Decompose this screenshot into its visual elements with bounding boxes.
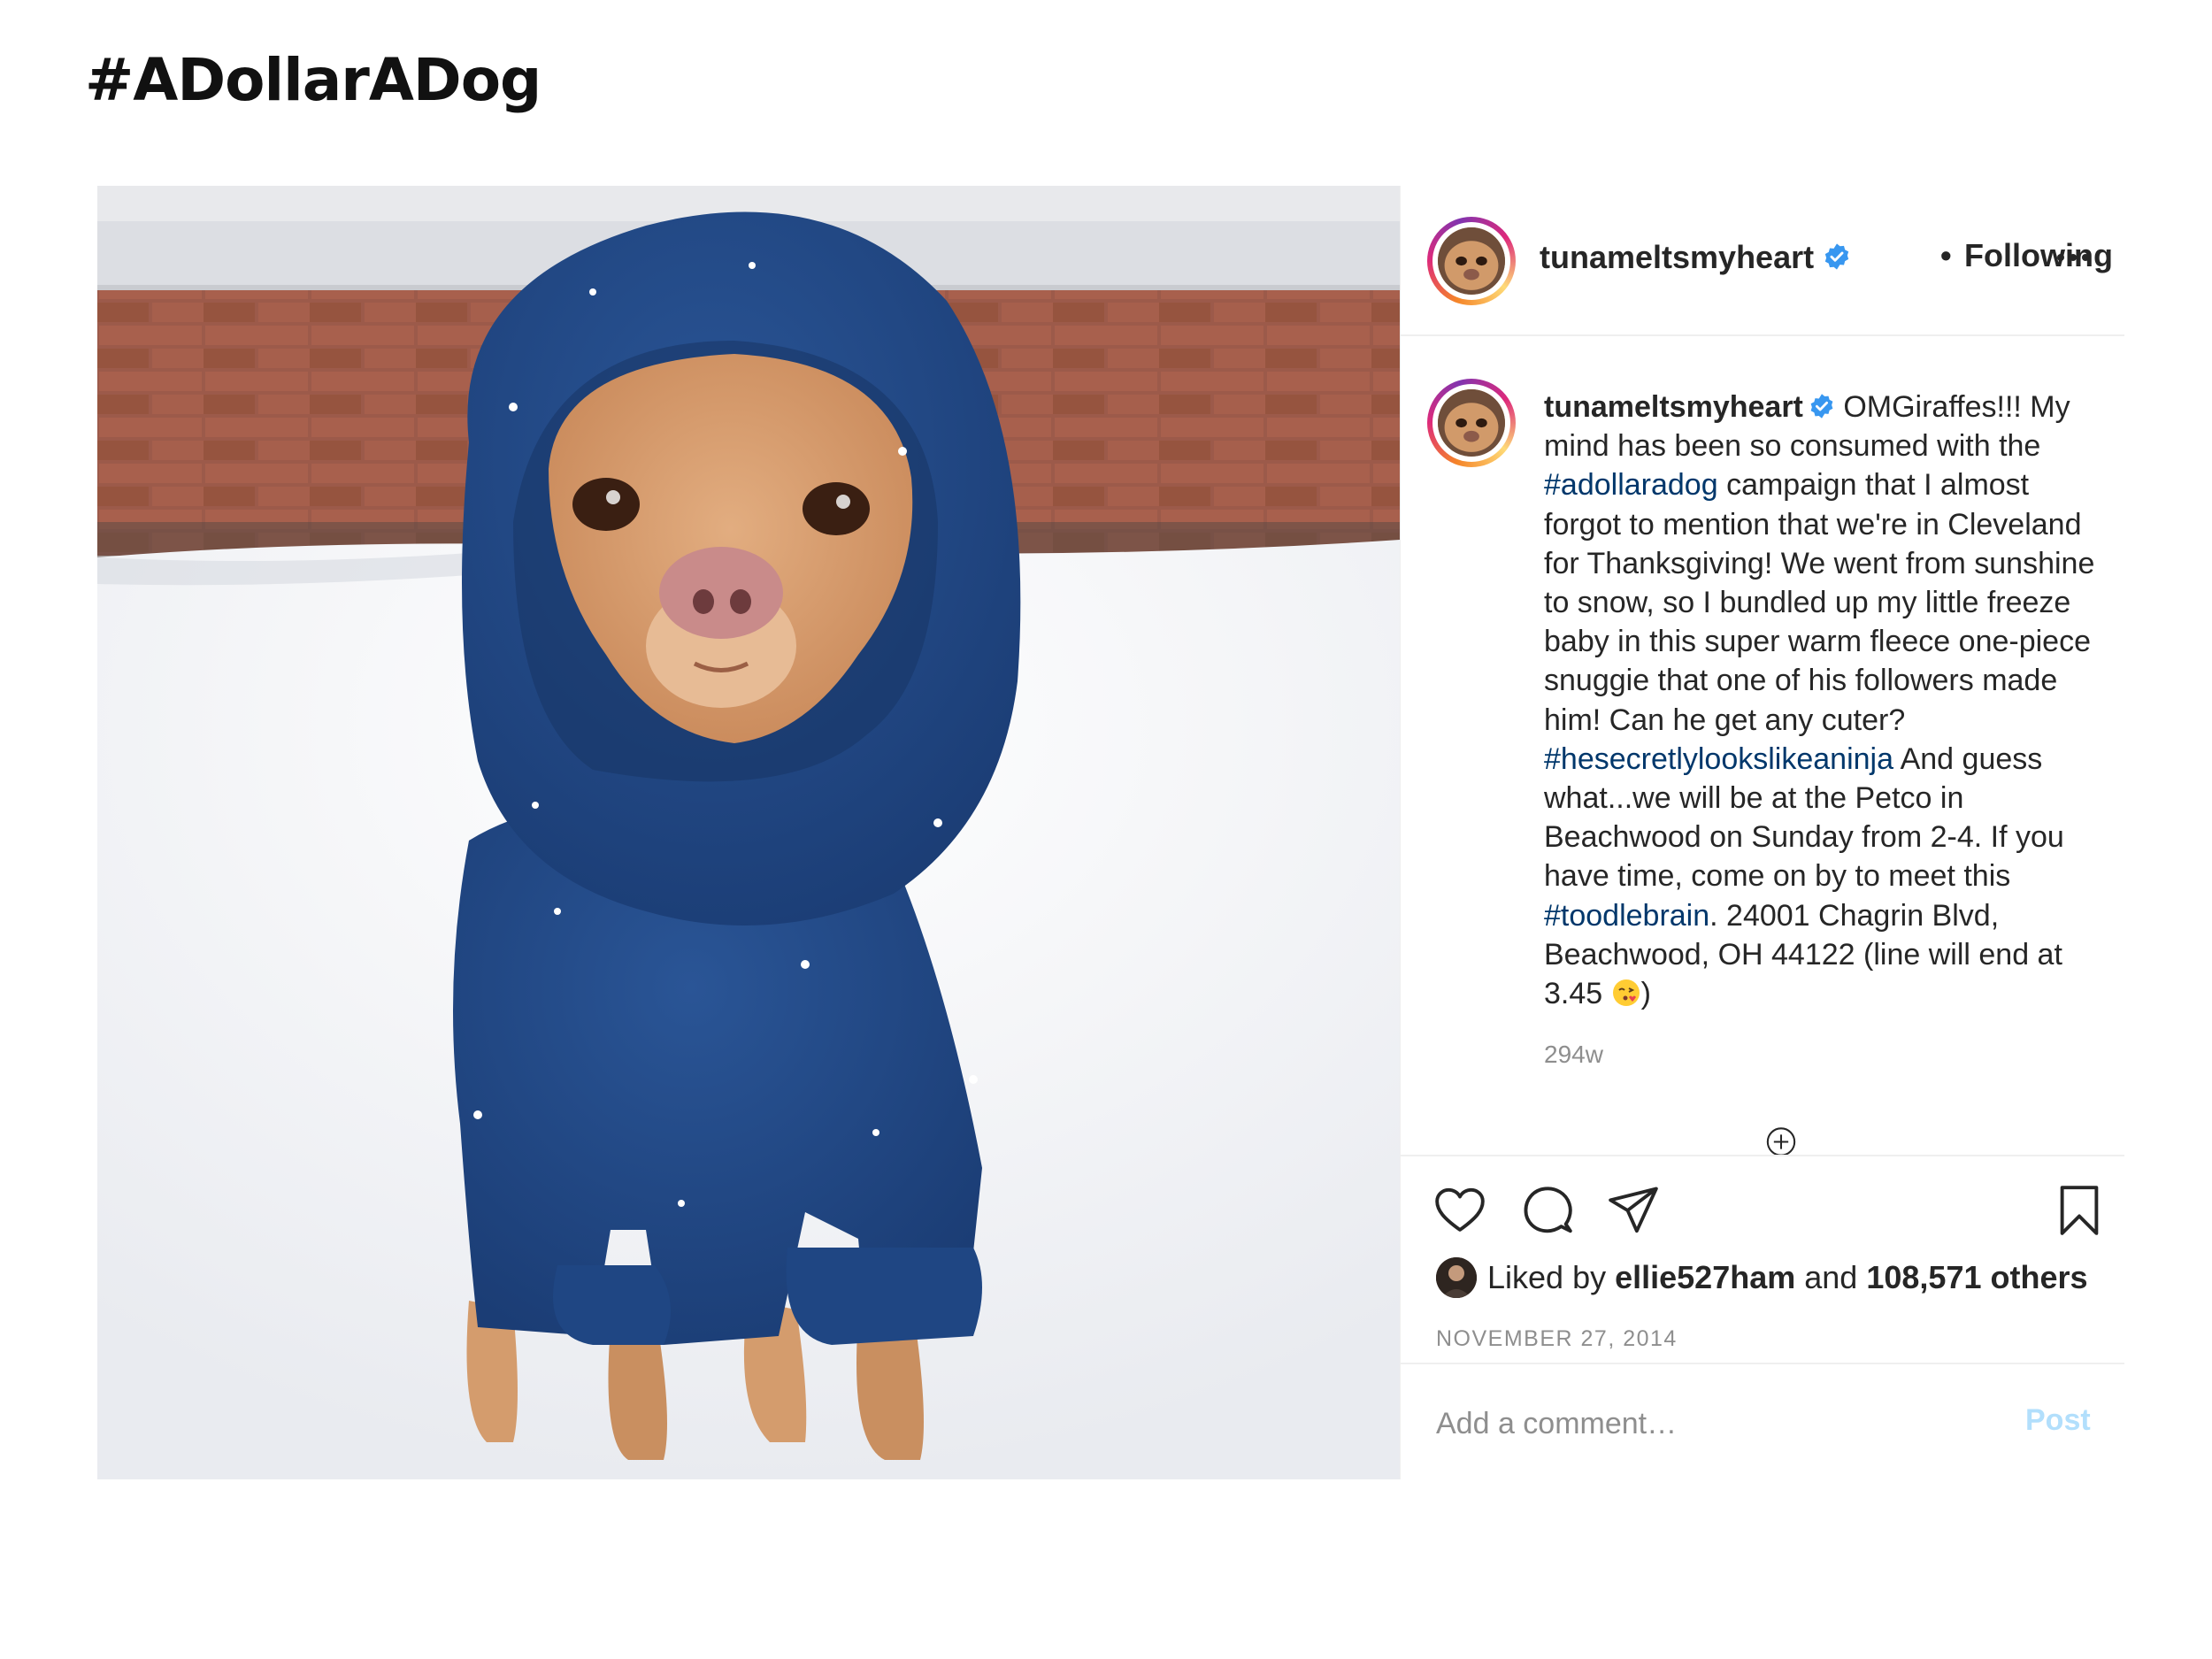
caption-username[interactable]: tunameltsmyheart	[1544, 390, 1803, 424]
ellipsis-icon[interactable]	[2055, 251, 2091, 264]
load-more-comments-icon[interactable]	[1755, 1126, 1808, 1157]
likes-prefix: Liked by	[1487, 1259, 1607, 1295]
bookmark-icon[interactable]	[2052, 1183, 2107, 1238]
hashtag-hesecretlylookslikeaninja[interactable]: #hesecretlylookslikeaninja	[1544, 742, 1893, 776]
caption-avatar[interactable]	[1427, 379, 1516, 467]
post-header: tunameltsmyheart • Following	[1401, 186, 2124, 336]
likes-middle: and	[1804, 1259, 1858, 1295]
caption-text: )	[1640, 977, 1651, 1011]
caption-text: campaign that I almost forgot to mention…	[1544, 468, 2095, 737]
post-caption: tunameltsmyheart OMGiraffes!!! My mind h…	[1544, 388, 2101, 1013]
likes-count[interactable]: 108,571 others	[1866, 1259, 2087, 1296]
heart-icon[interactable]	[1432, 1183, 1487, 1238]
comment-input[interactable]	[1436, 1403, 1985, 1444]
share-icon[interactable]	[1606, 1183, 1661, 1238]
comment-bar: Post	[1401, 1363, 2124, 1479]
verified-badge-icon	[1810, 394, 1833, 419]
page-title: #ADollarADog	[85, 46, 541, 114]
header-separator: •	[1940, 237, 1952, 273]
likes-summary: Liked by ellie527ham and 108,571 others	[1436, 1256, 2088, 1300]
dog-in-hoodie-image	[97, 186, 1400, 1479]
post-age[interactable]: 294w	[1544, 1041, 1603, 1069]
liker-username[interactable]: ellie527ham	[1615, 1259, 1795, 1296]
hashtag-toodlebrain[interactable]: #toodlebrain	[1544, 899, 1709, 933]
kissing-face-emoji-icon	[1612, 979, 1640, 1007]
instagram-post: tunameltsmyheart • Following tunameltsmy…	[97, 186, 2124, 1479]
header-username[interactable]: tunameltsmyheart	[1540, 239, 1851, 276]
post-date[interactable]: NOVEMBER 27, 2014	[1436, 1326, 1678, 1352]
liker-avatar[interactable]	[1436, 1257, 1477, 1298]
post-side-panel: tunameltsmyheart • Following tunameltsmy…	[1400, 186, 2124, 1479]
hashtag-adollaradog[interactable]: #adollaradog	[1544, 468, 1718, 502]
avatar-dog-face-icon	[1438, 227, 1505, 295]
verified-badge-icon	[1824, 243, 1849, 271]
post-photo[interactable]	[97, 186, 1400, 1479]
avatar-dog-face-icon	[1438, 389, 1505, 457]
comment-icon[interactable]	[1520, 1183, 1575, 1238]
header-avatar[interactable]	[1427, 217, 1516, 305]
post-comment-button[interactable]: Post	[2025, 1403, 2091, 1438]
